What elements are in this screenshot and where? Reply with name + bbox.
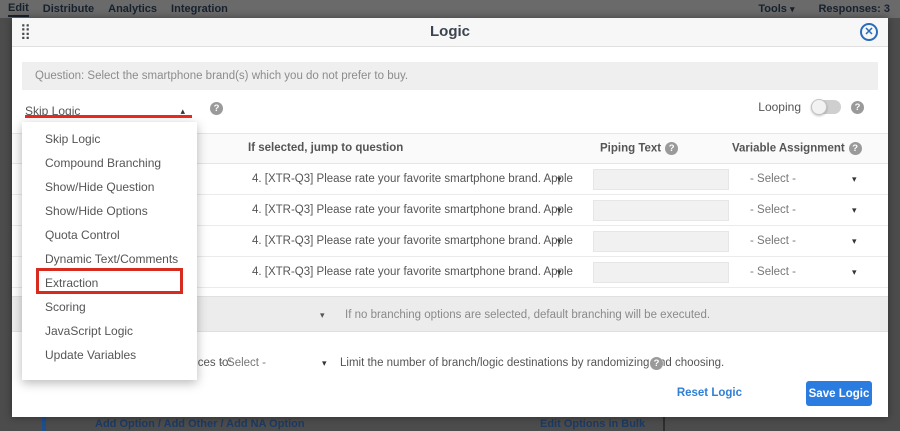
- jump-question-select[interactable]: 4. [XTR-Q3] Please rate your favorite sm…: [252, 257, 582, 288]
- reset-logic-link[interactable]: Reset Logic: [677, 387, 742, 399]
- caret-down-icon[interactable]: ▾: [852, 257, 857, 288]
- save-logic-button[interactable]: Save Logic: [806, 381, 872, 406]
- menu-item-dynamic-text-comments[interactable]: Dynamic Text/Comments: [22, 247, 197, 271]
- caret-down-icon[interactable]: ▾: [557, 164, 562, 195]
- modal-footer: Reset Logic Save Logic: [12, 381, 888, 409]
- annotation-red-underline: [25, 115, 192, 118]
- menu-item-extraction[interactable]: Extraction: [22, 271, 197, 295]
- question-text: Question: Select the smartphone brand(s)…: [35, 70, 408, 82]
- modal-title: Logic: [12, 23, 888, 40]
- menu-item-javascript-logic[interactable]: JavaScript Logic: [22, 319, 197, 343]
- logic-type-dropdown-menu: Skip Logic Compound Branching Show/Hide …: [22, 122, 197, 380]
- top-navigation-bar: Edit Distribute Analytics Integration To…: [0, 0, 900, 18]
- question-bar: Question: Select the smartphone brand(s)…: [22, 62, 878, 90]
- background-page-strip: Add Option / Add Other / Add NA Option E…: [0, 417, 900, 431]
- menu-item-quota-control[interactable]: Quota Control: [22, 223, 197, 247]
- modal-header: ⣿ Logic ✕: [12, 18, 888, 47]
- randomizer-description: Limit the number of branch/logic destina…: [340, 348, 724, 379]
- question-highlight-bar: [42, 417, 46, 431]
- column-header-piping: Piping Text?: [600, 142, 678, 155]
- menu-item-show-hide-question[interactable]: Show/Hide Question: [22, 175, 197, 199]
- menu-item-compound-branching[interactable]: Compound Branching: [22, 151, 197, 175]
- tab-integration[interactable]: Integration: [171, 3, 228, 16]
- caret-down-icon[interactable]: ▾: [557, 195, 562, 226]
- looping-label: Looping: [758, 100, 801, 114]
- toggle-knob: [811, 99, 827, 115]
- caret-down-icon[interactable]: ▾: [322, 348, 327, 379]
- piping-text-input[interactable]: [593, 231, 729, 252]
- jump-question-select[interactable]: 4. [XTR-Q3] Please rate your favorite sm…: [252, 226, 582, 257]
- menu-item-scoring[interactable]: Scoring: [22, 295, 197, 319]
- variable-assignment-select[interactable]: - Select -: [750, 195, 796, 226]
- menu-item-skip-logic[interactable]: Skip Logic: [22, 127, 197, 151]
- background-divider: [663, 417, 665, 431]
- looping-control: Looping ?: [758, 100, 864, 114]
- piping-text-input[interactable]: [593, 169, 729, 190]
- caret-down-icon[interactable]: ▾: [852, 195, 857, 226]
- column-header-jump: If selected, jump to question: [248, 142, 403, 154]
- default-branching-note: If no branching options are selected, de…: [345, 297, 710, 333]
- menu-item-update-variables[interactable]: Update Variables: [22, 343, 197, 367]
- responses-count[interactable]: Responses: 3: [818, 3, 890, 15]
- looping-help-icon[interactable]: ?: [851, 101, 864, 114]
- tab-distribute[interactable]: Distribute: [43, 3, 94, 16]
- caret-down-icon[interactable]: ▾: [852, 226, 857, 257]
- piping-text-input[interactable]: [593, 262, 729, 283]
- variable-assignment-select[interactable]: - Select -: [750, 226, 796, 257]
- close-icon[interactable]: ✕: [860, 23, 878, 41]
- logic-help-icon[interactable]: ?: [210, 102, 223, 115]
- tab-edit[interactable]: Edit: [8, 2, 29, 17]
- column-header-variable: Variable Assignment?: [732, 142, 862, 155]
- caret-down-icon[interactable]: ▾: [557, 257, 562, 288]
- logic-type-select[interactable]: Skip Logic ▴: [25, 102, 195, 124]
- add-option-links[interactable]: Add Option / Add Other / Add NA Option: [95, 418, 305, 430]
- caret-down-icon[interactable]: ▾: [557, 226, 562, 257]
- looping-toggle[interactable]: [811, 100, 841, 114]
- tab-analytics[interactable]: Analytics: [108, 3, 157, 16]
- chevron-down-icon: ▾: [790, 4, 795, 14]
- jump-question-select[interactable]: 4. [XTR-Q3] Please rate your favorite sm…: [252, 164, 582, 195]
- randomizer-select[interactable]: - Select -: [220, 348, 266, 379]
- piping-text-input[interactable]: [593, 200, 729, 221]
- menu-item-show-hide-options[interactable]: Show/Hide Options: [22, 199, 197, 223]
- variable-assignment-select[interactable]: - Select -: [750, 257, 796, 288]
- logic-modal: ⣿ Logic ✕ Question: Select the smartphon…: [12, 18, 888, 417]
- caret-down-icon[interactable]: ▾: [852, 164, 857, 195]
- edit-options-bulk-link[interactable]: Edit Options in Bulk: [540, 418, 645, 430]
- caret-down-icon[interactable]: ▾: [320, 297, 325, 333]
- jump-question-select[interactable]: 4. [XTR-Q3] Please rate your favorite sm…: [252, 195, 582, 226]
- randomizer-help-icon[interactable]: ?: [650, 357, 663, 370]
- tools-menu[interactable]: Tools ▾: [758, 3, 794, 15]
- piping-help-icon[interactable]: ?: [665, 142, 678, 155]
- variable-help-icon[interactable]: ?: [849, 142, 862, 155]
- variable-assignment-select[interactable]: - Select -: [750, 164, 796, 195]
